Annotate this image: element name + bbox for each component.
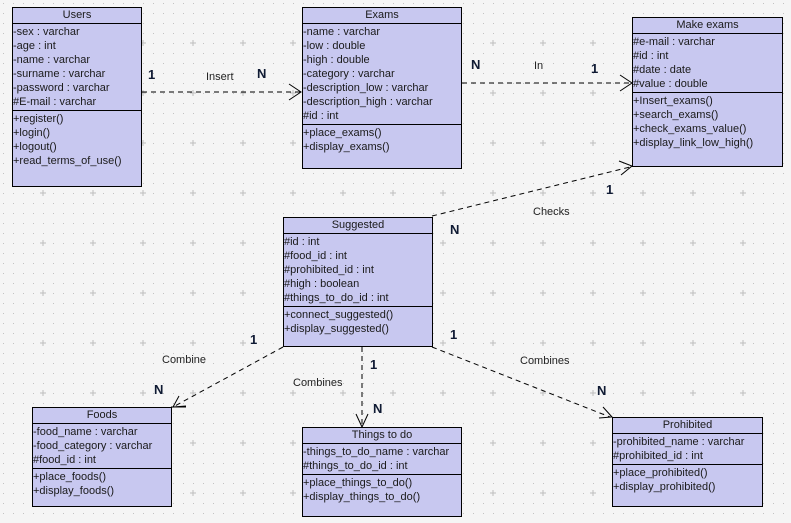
operation-row[interactable]: +Insert_exams() (633, 94, 782, 108)
insert-relation-label: Insert (206, 71, 234, 83)
attribute-row[interactable]: -age : int (13, 39, 141, 53)
checks-relation-label: Checks (533, 206, 570, 218)
class-name: Exams (303, 8, 461, 24)
operation-row[interactable]: +display_link_low_high() (633, 136, 782, 150)
operations-compartment: +place_prohibited() +display_prohibited() (613, 465, 762, 495)
operation-row[interactable]: +connect_suggested() (284, 308, 432, 322)
attribute-row[interactable]: #E-mail : varchar (13, 95, 141, 109)
attributes-compartment: -things_to_do_name : varchar #things_to_d… (303, 444, 461, 475)
class-things-to-do[interactable]: Things to do -things_to_do_name : varchar… (302, 427, 462, 517)
operation-row[interactable]: +place_exams() (303, 126, 461, 140)
operations-compartment: +place_things_to_do() +display_things_to_… (303, 475, 461, 505)
in-relation-label: In (534, 60, 544, 72)
insert-to-multiplicity: N (257, 66, 267, 81)
operation-row[interactable]: +place_foods() (33, 470, 171, 484)
attributes-compartment: #e-mail : varchar #id : int #date : date #v… (633, 34, 782, 93)
class-make-exams[interactable]: Make exams #e-mail : varchar #id : int #dat… (632, 17, 783, 167)
checks-to-multiplicity: 1 (606, 182, 614, 197)
operation-row[interactable]: +check_exams_value() (633, 122, 782, 136)
class-name: Foods (33, 408, 171, 424)
attribute-row[interactable]: #id : int (284, 235, 432, 249)
class-name: Things to do (303, 428, 461, 444)
attribute-row[interactable]: -description_high : varchar (303, 95, 461, 109)
combine-foods-from-multiplicity: 1 (250, 332, 258, 347)
operation-row[interactable]: +place_prohibited() (613, 466, 762, 480)
attributes-compartment: -name : varchar -low : double -high : doub… (303, 24, 461, 125)
class-suggested[interactable]: Suggested #id : int #food_id : int #prohibi… (283, 217, 433, 347)
insert-from-multiplicity: 1 (148, 67, 156, 82)
attribute-row[interactable]: -name : varchar (13, 53, 141, 67)
operation-row[interactable]: +display_foods() (33, 484, 171, 498)
combines-things-from-multiplicity: 1 (370, 357, 378, 372)
attribute-row[interactable]: -category : varchar (303, 67, 461, 81)
attribute-row[interactable]: -name : varchar (303, 25, 461, 39)
operation-row[interactable]: +logout() (13, 140, 141, 154)
operation-row[interactable]: +register() (13, 112, 141, 126)
attribute-row[interactable]: -food_category : varchar (33, 439, 171, 453)
operation-row[interactable]: +display_exams() (303, 140, 461, 154)
class-exams[interactable]: Exams -name : varchar -low : double -high :… (302, 7, 462, 169)
operation-row[interactable]: +search_exams() (633, 108, 782, 122)
attribute-row[interactable]: #high : boolean (284, 277, 432, 291)
attribute-row[interactable]: -prohibited_name : varchar (613, 435, 762, 449)
attribute-row[interactable]: -low : double (303, 39, 461, 53)
attributes-compartment: -sex : varchar -age : int -name : varchar -… (13, 24, 141, 111)
attributes-compartment: #id : int #food_id : int #prohibited_id : … (284, 234, 432, 307)
attribute-row[interactable]: -things_to_do_name : varchar (303, 445, 461, 459)
combines-prohibited-arrowhead-icon (598, 406, 614, 419)
attribute-row[interactable]: #date : date (633, 63, 782, 77)
operations-compartment: +register() +login() +logout() +read_terms_… (13, 111, 141, 169)
attribute-row[interactable]: #e-mail : varchar (633, 35, 782, 49)
class-name: Prohibited (613, 418, 762, 434)
class-name: Users (13, 8, 141, 24)
attribute-row[interactable]: #value : double (633, 77, 782, 91)
attribute-row[interactable]: #things_to_do_id : int (284, 291, 432, 305)
combines-prohibited-to-multiplicity: N (597, 383, 607, 398)
checks-relation-line[interactable] (431, 166, 631, 217)
attributes-compartment: -prohibited_name : varchar #prohibited_id… (613, 434, 762, 465)
attribute-row[interactable]: -high : double (303, 53, 461, 67)
attribute-row[interactable]: -food_name : varchar (33, 425, 171, 439)
attribute-row[interactable]: -description_low : varchar (303, 81, 461, 95)
combines-prohibited-relation-label: Combines (520, 355, 570, 367)
combine-foods-to-multiplicity: N (154, 382, 164, 397)
operation-row[interactable]: +display_things_to_do() (303, 490, 461, 504)
class-name: Suggested (284, 218, 432, 234)
attribute-row[interactable]: #id : int (633, 49, 782, 63)
class-name: Make exams (633, 18, 782, 34)
class-prohibited[interactable]: Prohibited -prohibited_name : varchar #pro… (612, 417, 763, 507)
in-to-multiplicity: 1 (591, 61, 599, 76)
operations-compartment: +place_foods() +display_foods() (33, 469, 171, 499)
combines-things-relation-label: Combines (293, 377, 343, 389)
class-foods[interactable]: Foods -food_name : varchar -food_category … (32, 407, 172, 507)
combines-things-to-multiplicity: N (373, 401, 383, 416)
attribute-row[interactable]: -password : varchar (13, 81, 141, 95)
operation-row[interactable]: +read_terms_of_use() (13, 154, 141, 168)
class-users[interactable]: Users -sex : varchar -age : int -name : var… (12, 7, 142, 187)
operation-row[interactable]: +display_prohibited() (613, 480, 762, 494)
checks-from-multiplicity: N (450, 222, 460, 237)
in-from-multiplicity: N (471, 57, 481, 72)
attribute-row[interactable]: #food_id : int (284, 249, 432, 263)
attribute-row[interactable]: #prohibited_id : int (613, 449, 762, 463)
attribute-row[interactable]: #prohibited_id : int (284, 263, 432, 277)
operation-row[interactable]: +display_suggested() (284, 322, 432, 336)
combines-prohibited-from-multiplicity: 1 (450, 327, 458, 342)
operation-row[interactable]: +login() (13, 126, 141, 140)
operation-row[interactable]: +place_things_to_do() (303, 476, 461, 490)
attribute-row[interactable]: -sex : varchar (13, 25, 141, 39)
attribute-row[interactable]: #things_to_do_id : int (303, 459, 461, 473)
attribute-row[interactable]: #food_id : int (33, 453, 171, 467)
attributes-compartment: -food_name : varchar -food_category : var… (33, 424, 171, 469)
attribute-row[interactable]: -surname : varchar (13, 67, 141, 81)
combine-foods-relation-label: Combine (162, 354, 207, 366)
operations-compartment: +Insert_exams() +search_exams() +check_exa… (633, 93, 782, 151)
operations-compartment: +connect_suggested() +display_suggested() (284, 307, 432, 337)
operations-compartment: +place_exams() +display_exams() (303, 125, 461, 155)
attribute-row[interactable]: #id : int (303, 109, 461, 123)
